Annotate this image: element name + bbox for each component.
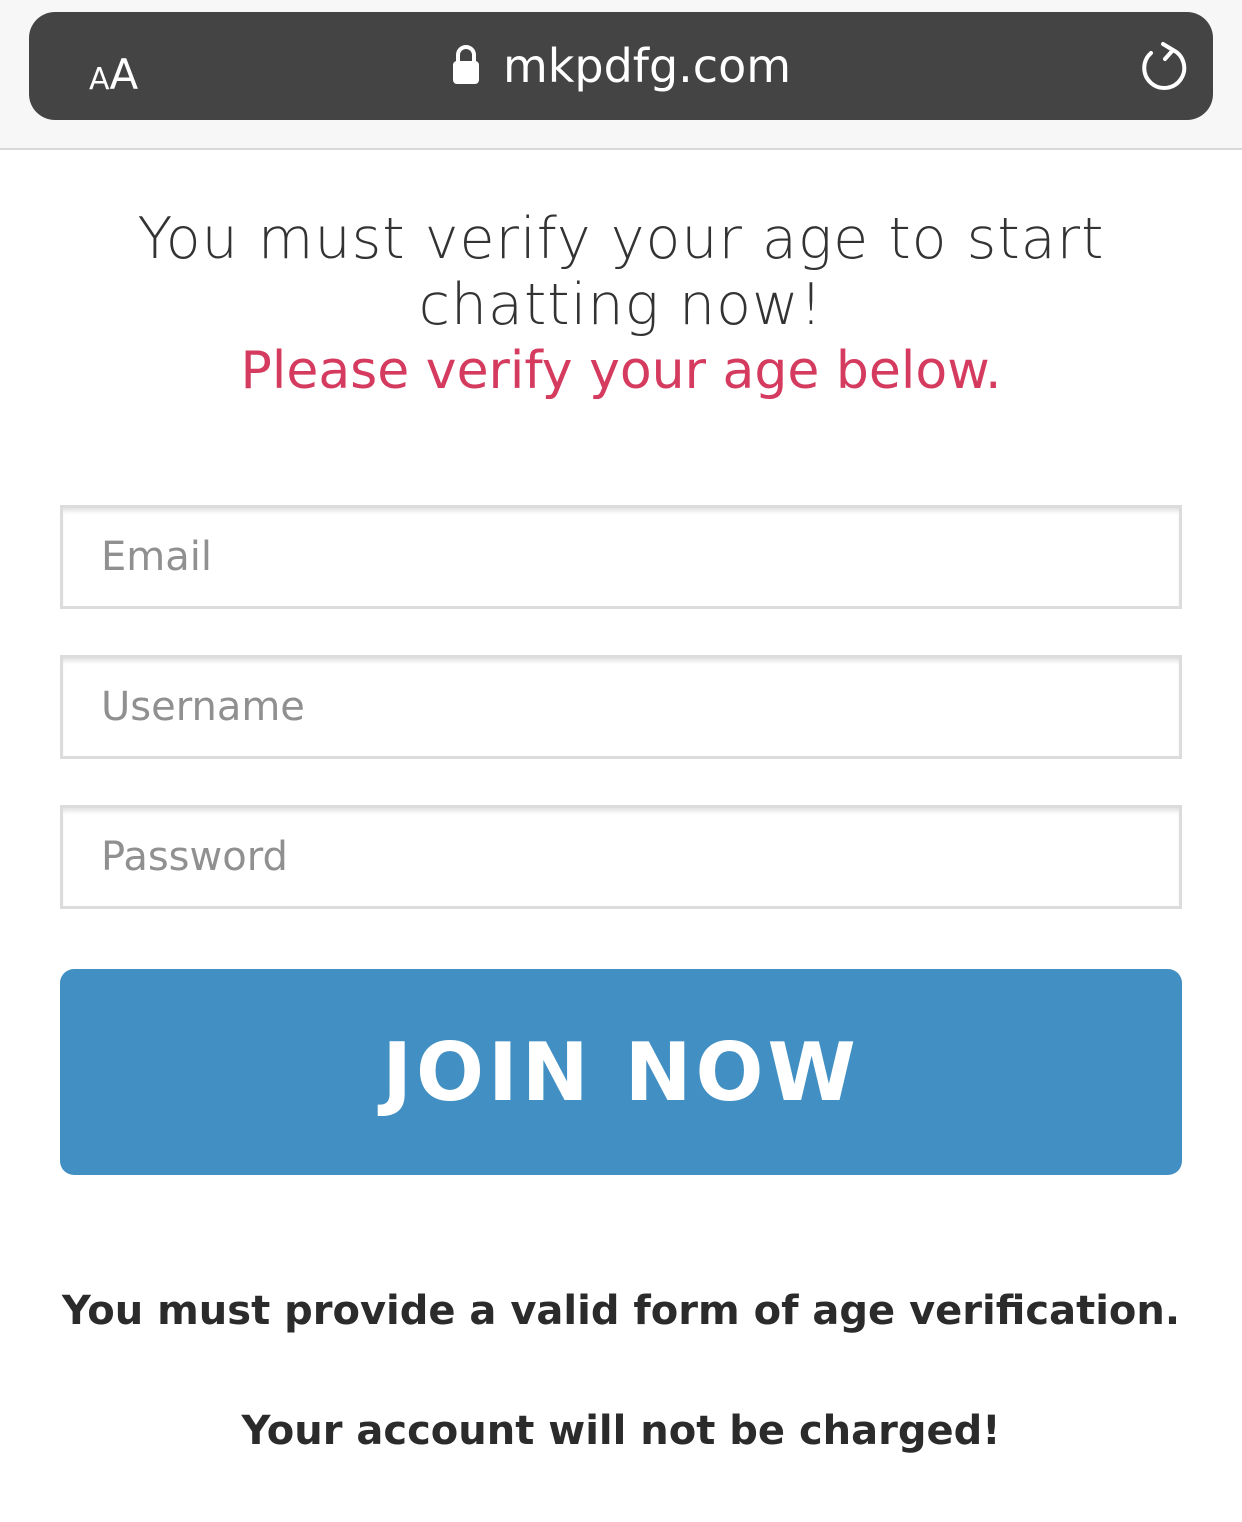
join-now-button[interactable]: JOIN NOW	[60, 969, 1182, 1175]
email-field[interactable]	[60, 505, 1182, 609]
password-field[interactable]	[60, 805, 1182, 909]
reload-icon[interactable]	[1137, 40, 1191, 94]
page-headline: You must verify your age to start chatti…	[0, 206, 1242, 338]
lock-icon	[451, 44, 481, 86]
headline-line-2: chatting now!	[418, 272, 824, 338]
headline-line-1: You must verify your age to start	[137, 206, 1105, 272]
page-subheadline: Please verify your age below.	[240, 341, 1002, 401]
browser-chrome: A A mkpdfg.com	[0, 0, 1242, 150]
no-charge-notice: Your account will not be charged!	[241, 1408, 1001, 1454]
age-verification-notice: You must provide a valid form of age ver…	[61, 1288, 1181, 1334]
address-bar[interactable]: A A mkpdfg.com	[29, 12, 1213, 120]
url-display[interactable]: mkpdfg.com	[29, 12, 1213, 120]
username-field[interactable]	[60, 655, 1182, 759]
url-text: mkpdfg.com	[502, 39, 792, 93]
